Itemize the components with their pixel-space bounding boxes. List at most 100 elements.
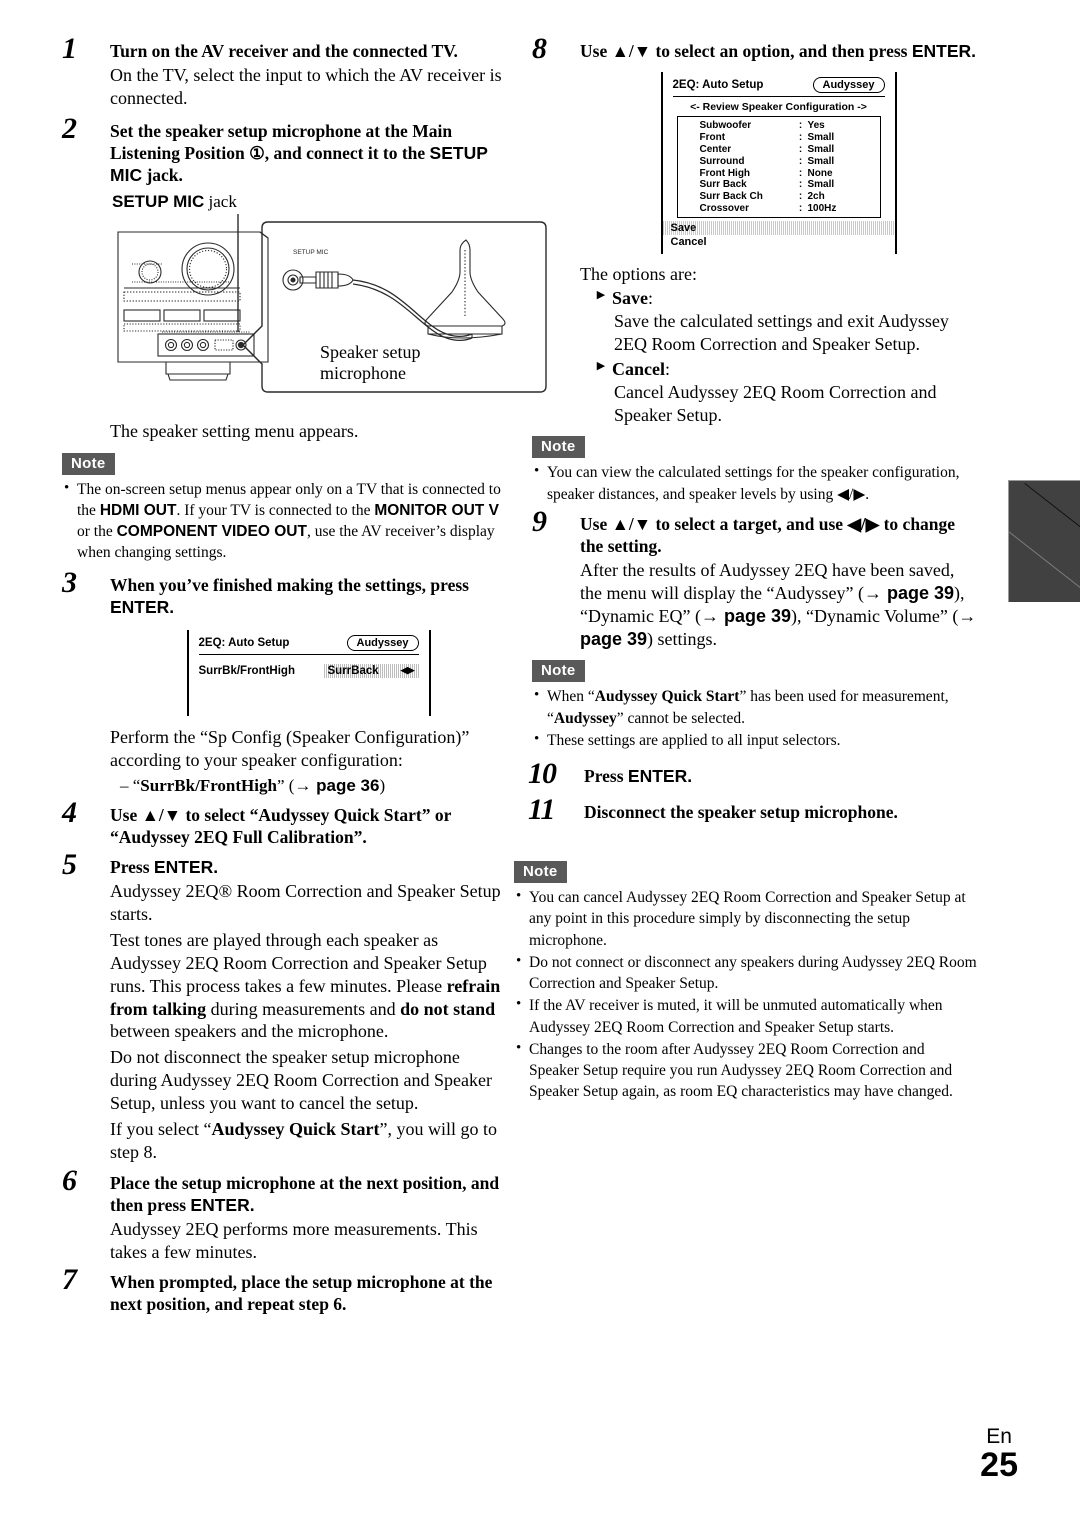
diagram-svg: SETUP MIC [117,213,547,393]
arrow-right-icon: → [294,775,317,795]
step-6-body: Audyssey 2EQ performs more measurements.… [110,1218,478,1262]
step-1-number: 1 [62,32,77,65]
note-3-list: When “Audyssey Quick Start” has been use… [532,685,977,751]
step-8-heading: Use ▲/▼ to select an option, and then pr… [580,41,977,61]
note-1-bullet-1: The on-screen setup menus appear only on… [62,478,507,564]
option-save: Save: Save the calculated settings and e… [580,286,977,356]
osd-screen-sp-config: 2EQ: Auto Setup Audyssey SurrBk/FrontHig… [186,629,431,716]
page-number: 25 [980,1445,1018,1484]
left-right-arrows-icon: ◀▶ [400,665,415,676]
osd3-setting-row: SurrBk/FrontHigh SurrBack ◀▶ [189,655,429,678]
page-ref-36[interactable]: page 36 [316,776,379,795]
osd8-header: 2EQ: Auto Setup Audyssey [663,72,895,96]
osd-screen-review-speaker-config: 2EQ: Auto Setup Audyssey <- Review Speak… [660,72,897,255]
note-badge: Note [514,861,567,884]
table-row: Surr Back : Small [699,179,835,191]
note-block-4: Note You can cancel Audyssey 2EQ Room Co… [514,861,977,1102]
surrbk-fronthigh-term: SurrBk/FrontHigh [140,775,277,795]
audyssey-badge: Audyssey [346,634,419,651]
step-9: 9 Use ▲/▼ to select a target, and use ◀/… [532,506,977,651]
step-11-number: 11 [528,793,555,827]
step-3: 3 When you’ve finished making the settin… [62,567,507,796]
audyssey-quick-start-term: Audyssey Quick Start [594,688,740,706]
step-2-number: 2 [62,111,77,145]
setup-mic-jack-rest: jack [204,191,237,211]
setup-mic-jack-label: SETUP MIC jack [112,192,507,212]
page-ref-39-c[interactable]: page 39 [580,629,647,649]
step-2-heading-p3: jack. [142,164,183,185]
page-edge-tab-marker [1008,480,1080,602]
receiver-microphone-diagram: SETUP MIC Speaker setup microphone [110,213,547,414]
note-4-bullet-2: Do not connect or disconnect any speaker… [514,951,977,994]
step-11-heading: Disconnect the speaker setup microphone. [584,802,898,823]
note-block-1: Note The on-screen setup menus appear on… [62,452,507,564]
step-5: 5 Press ENTER. Audyssey 2EQ® Room Correc… [62,850,507,1163]
manual-page: 1 Turn on the AV receiver and the connec… [0,0,1080,1526]
step-3-number: 3 [62,565,77,599]
note-4-list: You can cancel Audyssey 2EQ Room Correct… [514,886,977,1103]
step-3-body-1: Perform the “Sp Config (Speaker Configur… [110,726,470,770]
do-not-stand-term: do not stand [400,998,496,1019]
note-block-2: Note You can view the calculated setting… [532,436,977,504]
note-4-bullet-3: If the AV receiver is muted, it will be … [514,994,977,1037]
audyssey-term: Audyssey [553,709,617,727]
step-3-heading: When you’ve finished making the settings… [110,574,469,617]
osd3-title: 2EQ: Auto Setup [198,636,290,649]
setup-mic-jack-bold: SETUP MIC [112,191,205,211]
osd8-save-option[interactable]: Save [662,221,895,236]
step-2-heading: Set the speaker setup microphone at the … [110,120,507,186]
right-column: 8 Use ▲/▼ to select an option, and then … [514,34,977,1111]
table-row: Crossover : 100Hz [699,202,837,214]
component-video-out-term: COMPONENT VIDEO OUT [116,523,307,541]
audyssey-quick-start-term: Audyssey Quick Start [211,1118,380,1139]
step-10: 10 Press ENTER. [528,759,977,789]
note-2-bullet-1: You can view the calculated settings for… [532,461,977,504]
step-7: 7 When prompted, place the setup microph… [62,1265,507,1315]
table-row: Surround : Small [699,155,835,167]
osd3-row-label: SurrBk/FrontHigh [198,664,295,677]
option-save-body: Save the calculated settings and exit Au… [614,311,949,355]
osd3-row-value-highlight[interactable]: SurrBack ◀▶ [323,663,419,678]
table-row: Front : Small [699,132,835,144]
audyssey-badge: Audyssey [812,77,885,94]
step-3-body-2: – “SurrBk/FrontHigh” (→ page 36) [120,775,386,795]
osd8-divider [672,96,885,98]
step-1-body: On the TV, select the input to which the… [110,65,502,108]
step-2-heading-p2: , and connect it to the [264,142,430,163]
note-badge: Note [532,436,585,459]
circled-one-icon: ① [249,142,265,163]
step-9-number: 9 [532,504,547,538]
step-9-body: After the results of Audyssey 2EQ have b… [580,560,977,649]
step-6: 6 Place the setup microphone at the next… [62,1165,507,1264]
step-5-number: 5 [62,848,77,882]
enter-key-term: ENTER. [627,766,693,787]
step-6-number: 6 [62,1163,77,1197]
enter-key-term: ENTER. [153,857,219,878]
table-row: Subwoofer : Yes [699,120,825,132]
arrow-right-icon: → [958,605,977,626]
step-1-heading: Turn on the AV receiver and the connecte… [110,41,458,61]
note-4-bullet-4: Changes to the room after Audyssey 2EQ R… [514,1038,977,1103]
step-2: 2 Set the speaker setup microphone at th… [62,113,547,443]
page-ref-39-b[interactable]: page 39 [724,606,791,626]
step-10-heading: Press ENTER. [584,766,693,787]
diagram-setup-mic-port-label: SETUP MIC [293,249,329,256]
speaker-setup-microphone-caption: Speaker setup microphone [320,341,421,383]
step-10-number: 10 [528,757,557,791]
osd8-cancel-option[interactable]: Cancel [663,235,895,250]
note-2-list: You can view the calculated settings for… [532,461,977,504]
enter-key-term: ENTER. [190,1194,255,1215]
osd8-title: 2EQ: Auto Setup [672,79,764,92]
step-2-after-body: The speaker setting menu appears. [110,420,359,441]
note-3-bullet-2: These settings are applied to all input … [532,729,977,751]
step-11: 11 Disconnect the speaker setup micropho… [528,795,977,825]
osd3-row-value: SurrBack [327,664,379,677]
step-1: 1 Turn on the AV receiver and the connec… [62,34,507,110]
page-ref-39-a[interactable]: page 39 [887,583,954,603]
step-4-heading: Use ▲/▼ to select “Audyssey Quick Start”… [110,805,452,848]
speaker-config-rows: Subwoofer : Yes Front : Small Center: S… [678,120,880,214]
hdmi-out-term: HDMI OUT [99,502,177,519]
step-8-number: 8 [532,32,547,65]
step-5-body-2: Test tones are played through each speak… [110,929,501,1042]
osd8-subtitle: <- Review Speaker Configuration -> [690,101,867,114]
